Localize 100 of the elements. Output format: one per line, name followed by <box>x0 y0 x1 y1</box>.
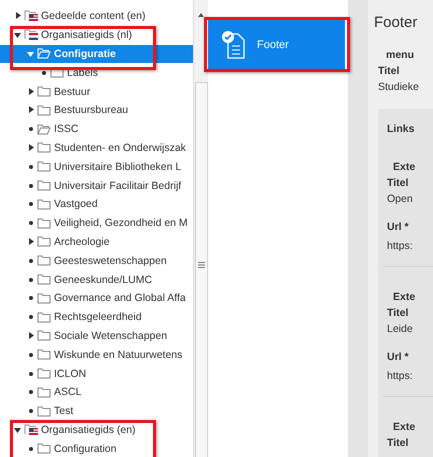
bullet-icon <box>27 407 35 416</box>
tree-item-label: Geesteswetenschappen <box>54 254 167 267</box>
tree-item[interactable]: ASCL <box>0 382 193 402</box>
tree-item-label: ISSC <box>54 123 79 136</box>
field-label: Url * <box>386 350 410 365</box>
bullet-icon <box>27 294 35 302</box>
link-heading: Exte <box>392 290 416 305</box>
folder-icon <box>37 104 51 116</box>
tree-item-label: Sociale Wetenschappen <box>54 330 168 342</box>
caret-down-icon[interactable] <box>14 31 22 40</box>
tree-item-label: Bestuursbureau <box>54 104 128 116</box>
field-value: https: <box>386 239 414 254</box>
folder-icon <box>37 198 51 210</box>
content-item-label: Footer <box>257 39 289 51</box>
caret-right-icon[interactable] <box>27 332 35 340</box>
panel-title: Footer <box>374 14 418 31</box>
bullet-icon <box>27 444 35 453</box>
tree-item[interactable]: Organisatiegids (nl) <box>0 26 193 45</box>
bullet-icon <box>40 68 48 77</box>
folder-icon <box>37 312 51 323</box>
bullet-icon <box>27 350 35 359</box>
open-folder-icon <box>37 124 51 135</box>
caret-right-icon[interactable] <box>27 106 35 114</box>
tree-item[interactable]: Studenten- en Onderwijszak <box>0 138 193 158</box>
section-heading: menu <box>385 48 416 63</box>
tree-item[interactable]: ISSC <box>0 120 193 139</box>
grip-icon <box>198 262 204 268</box>
field-label: Titel <box>386 436 410 451</box>
tree-item-label: Studenten- en Onderwijszak <box>54 142 186 154</box>
tree-item[interactable]: Bestuur <box>0 82 193 101</box>
tree-item[interactable]: Organisatiegids (en) <box>0 420 193 440</box>
bullet-icon <box>27 182 35 190</box>
folder-icon <box>37 161 51 172</box>
link-heading: Exte <box>392 420 416 435</box>
tree-item-label: Configuratie <box>54 48 116 60</box>
field-label: Titel <box>386 176 410 191</box>
folder-icon <box>37 142 51 154</box>
tree-item[interactable]: Universitaire Bibliotheken L <box>0 157 193 176</box>
tree-item[interactable]: Geneeskunde/LUMC <box>0 270 193 289</box>
open-folder-icon <box>37 48 51 60</box>
group-heading: Links <box>386 122 416 137</box>
bullet-icon <box>27 162 35 171</box>
tree-item-label: ASCL <box>54 386 82 398</box>
tree-item[interactable]: Rechtsgeleerdheid <box>0 308 193 327</box>
folder-icon <box>50 67 64 78</box>
caret-right-icon[interactable] <box>14 12 22 20</box>
field-value: Leide <box>386 322 414 337</box>
folder-icon <box>37 443 51 454</box>
field-value: Open <box>386 192 414 207</box>
flag-folder-icon <box>24 29 38 42</box>
tree-item[interactable]: Configuration <box>0 439 193 457</box>
field-label: Titel <box>377 64 400 79</box>
caret-right-icon[interactable] <box>27 88 35 96</box>
caret-right-icon[interactable] <box>27 238 35 246</box>
tree-item[interactable]: ICLON <box>0 364 193 383</box>
field-label: Url * <box>386 220 410 235</box>
tree-item-label: Governance and Global Affa <box>54 292 186 304</box>
tree-item[interactable]: Test <box>0 402 193 421</box>
bullet-icon <box>27 370 35 378</box>
bullet-icon <box>27 276 35 284</box>
link-heading: Exte <box>392 160 416 175</box>
tree-item-label: Vastgoed <box>54 198 98 210</box>
bullet-icon <box>27 313 35 322</box>
tree-item-label: Universitaire Bibliotheken L <box>54 160 182 173</box>
caret-right-icon[interactable] <box>27 144 35 152</box>
bullet-icon <box>27 125 35 134</box>
folder-icon <box>37 180 51 192</box>
tree-item[interactable]: Vastgoed <box>0 194 193 214</box>
tree-item-label: Test <box>54 405 74 418</box>
tree-item[interactable]: Universitair Facilitair Bedrijf <box>0 176 193 195</box>
bullet-icon <box>27 200 35 208</box>
content-item[interactable]: Footer <box>208 20 345 70</box>
folder-icon <box>37 330 51 342</box>
scrollbar-thumb[interactable] <box>194 82 208 457</box>
tree-item-label: Organisatiegids (en) <box>41 424 136 436</box>
tree-item[interactable]: Governance and Global Affa <box>0 288 193 308</box>
tree-item[interactable]: Archeologie <box>0 232 193 252</box>
folder-icon <box>37 255 51 266</box>
tree-item-label: Configuration <box>54 442 116 455</box>
folder-icon <box>37 86 51 98</box>
scrollbar[interactable] <box>193 0 208 457</box>
tree-item[interactable]: Gedeelde content (en) <box>0 7 193 26</box>
tree-item[interactable]: Wiskunde en Natuurwetens <box>0 345 193 364</box>
tree-item-label: Geneeskunde/LUMC <box>54 274 152 286</box>
tree-item[interactable]: Configuratie <box>0 44 193 64</box>
bullet-icon <box>27 388 35 396</box>
tree-item[interactable]: Geesteswetenschappen <box>0 251 193 270</box>
field-value: Studieke <box>377 80 420 95</box>
tree-item[interactable]: Veiligheid, Gezondheid en M <box>0 214 193 233</box>
caret-down-icon[interactable] <box>14 426 22 434</box>
tree-item-label: Universitair Facilitair Bedrijf <box>54 180 182 192</box>
tree-item-label: Wiskunde en Natuurwetens <box>54 348 182 361</box>
folder-icon <box>37 218 51 229</box>
folder-icon <box>37 406 51 417</box>
tree-item[interactable]: Bestuursbureau <box>0 100 193 120</box>
tree-item-label: Gedeelde content (en) <box>41 10 146 22</box>
tree-item[interactable]: Sociale Wetenschappen <box>0 326 193 346</box>
folder-icon <box>37 292 51 304</box>
flag-folder-icon <box>24 10 38 22</box>
scroll-up-icon[interactable] <box>198 13 204 18</box>
